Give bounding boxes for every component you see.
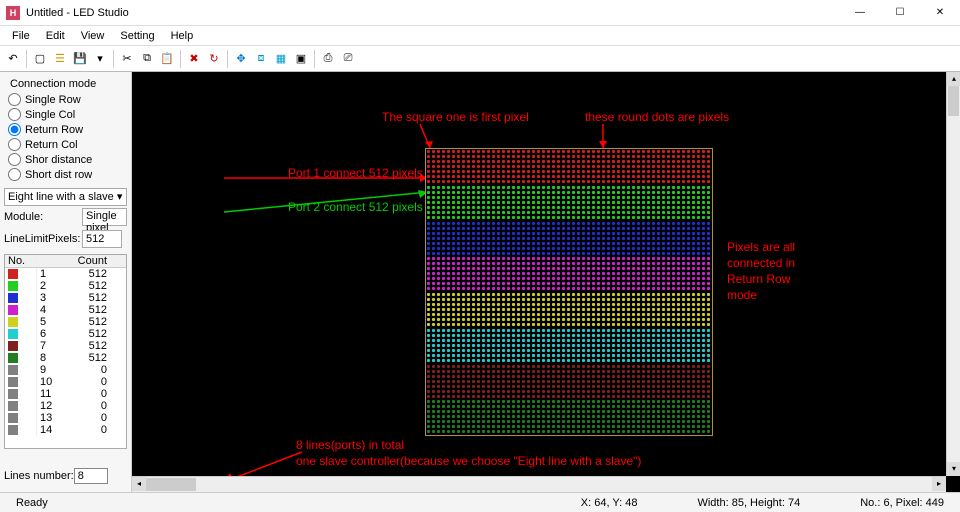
paste-icon[interactable]: 📋: [158, 50, 176, 68]
close-button[interactable]: ✕: [920, 1, 960, 25]
menu-edit[interactable]: Edit: [38, 30, 73, 42]
window-title: Untitled - LED Studio: [26, 7, 840, 19]
annot-port2: Port 2 connect 512 pixels: [288, 200, 423, 214]
table-row[interactable]: 4512: [5, 304, 126, 316]
annot-square-first: The square one is first pixel: [382, 110, 529, 124]
table-row[interactable]: 100: [5, 376, 126, 388]
pixel-grid: [425, 148, 713, 436]
cut-icon[interactable]: ✂: [118, 50, 136, 68]
linelimit-label: LineLimitPixels:: [4, 233, 82, 245]
linelimit-input[interactable]: [82, 230, 122, 248]
status-wh: Width: 85, Height: 74: [687, 497, 810, 509]
radio-short-dist-row[interactable]: Short dist row: [4, 167, 127, 182]
module-label: Module:: [4, 211, 82, 223]
table-row[interactable]: 2512: [5, 280, 126, 292]
copy-icon[interactable]: ⧉: [138, 50, 156, 68]
status-ready: Ready: [6, 497, 58, 509]
annot-right1: Pixels are all: [727, 240, 795, 254]
table-row[interactable]: 120: [5, 400, 126, 412]
statusbar: Ready X: 64, Y: 48 Width: 85, Height: 74…: [0, 492, 960, 512]
annot-bottom2: one slave controller(because we choose "…: [296, 454, 641, 468]
status-xy: X: 64, Y: 48: [571, 497, 648, 509]
window-buttons: — ☐ ✕: [840, 1, 960, 25]
table-row[interactable]: 130: [5, 412, 126, 424]
status-np: No.: 6, Pixel: 449: [850, 497, 954, 509]
menu-help[interactable]: Help: [163, 30, 202, 42]
slave-mode-select[interactable]: Eight line with a slave ▾: [4, 188, 127, 206]
vertical-scrollbar[interactable]: ▴ ▾: [946, 72, 960, 476]
menu-view[interactable]: View: [73, 30, 113, 42]
table-row[interactable]: 5512: [5, 316, 126, 328]
annot-right4: mode: [727, 288, 757, 302]
annot-bottom1: 8 lines(ports) in total: [296, 438, 404, 452]
select-all-icon[interactable]: ▣: [292, 50, 310, 68]
menu-file[interactable]: File: [4, 30, 38, 42]
linelimit-row: LineLimitPixels:: [4, 230, 127, 248]
delete-icon[interactable]: ✖: [185, 50, 203, 68]
port-table[interactable]: No. Count 151225123512451255126512751285…: [4, 254, 127, 449]
minimize-button[interactable]: —: [840, 1, 880, 25]
new-icon[interactable]: ▢: [31, 50, 49, 68]
main: Connection mode Single Row Single Col Re…: [0, 72, 960, 492]
table-row[interactable]: 3512: [5, 292, 126, 304]
annot-round-pixels: these round dots are pixels: [585, 110, 729, 124]
table-row[interactable]: 7512: [5, 340, 126, 352]
toolbar: ↶ ▢ ☰ 💾 ▾ ✂ ⧉ 📋 ✖ ↻ ✥ ⧈ ▦ ▣ ⎙ ⎚: [0, 46, 960, 72]
align-icon[interactable]: ⧈: [252, 50, 270, 68]
module-row: Module: Single pixel: [4, 208, 127, 226]
lines-label: Lines number:: [4, 470, 74, 482]
annot-port1: Port 1 connect 512 pixels: [288, 166, 423, 180]
th-no: No.: [5, 255, 37, 267]
move-icon[interactable]: ✥: [232, 50, 250, 68]
table-row[interactable]: 110: [5, 388, 126, 400]
menu-setting[interactable]: Setting: [112, 30, 162, 42]
lines-input[interactable]: [74, 468, 108, 484]
module-select[interactable]: Single pixel: [82, 208, 127, 226]
radio-shor-distance[interactable]: Shor distance: [4, 152, 127, 167]
table-row[interactable]: 140: [5, 424, 126, 436]
menubar: File Edit View Setting Help: [0, 26, 960, 46]
table-row[interactable]: 8512: [5, 352, 126, 364]
table-row[interactable]: 90: [5, 364, 126, 376]
export-icon[interactable]: ⎙: [319, 50, 337, 68]
radio-return-col[interactable]: Return Col: [4, 137, 127, 152]
th-count: Count: [67, 255, 115, 267]
app-icon: H: [6, 6, 20, 20]
lines-row: Lines number:: [4, 464, 127, 488]
radio-single-row[interactable]: Single Row: [4, 92, 127, 107]
open-icon[interactable]: ☰: [51, 50, 69, 68]
table-row[interactable]: 1512: [5, 268, 126, 280]
maximize-button[interactable]: ☐: [880, 1, 920, 25]
import-icon[interactable]: ⎚: [339, 50, 357, 68]
table-row[interactable]: 6512: [5, 328, 126, 340]
radio-single-col[interactable]: Single Col: [4, 107, 127, 122]
canvas-area[interactable]: The square one is first pixel these roun…: [132, 72, 960, 492]
undo-icon[interactable]: ↶: [4, 50, 22, 68]
annot-right3: Return Row: [727, 272, 790, 286]
radio-return-row[interactable]: Return Row: [4, 122, 127, 137]
horizontal-scrollbar[interactable]: ◂ ▸: [132, 476, 946, 492]
connection-group-label: Connection mode: [4, 76, 127, 92]
chevron-down-icon[interactable]: ▾: [91, 50, 109, 68]
sidebar: Connection mode Single Row Single Col Re…: [0, 72, 132, 492]
titlebar: H Untitled - LED Studio — ☐ ✕: [0, 0, 960, 26]
save-icon[interactable]: 💾: [71, 50, 89, 68]
grid-icon[interactable]: ▦: [272, 50, 290, 68]
table-header: No. Count: [5, 255, 126, 268]
refresh-icon[interactable]: ↻: [205, 50, 223, 68]
annot-right2: connected in: [727, 256, 795, 270]
